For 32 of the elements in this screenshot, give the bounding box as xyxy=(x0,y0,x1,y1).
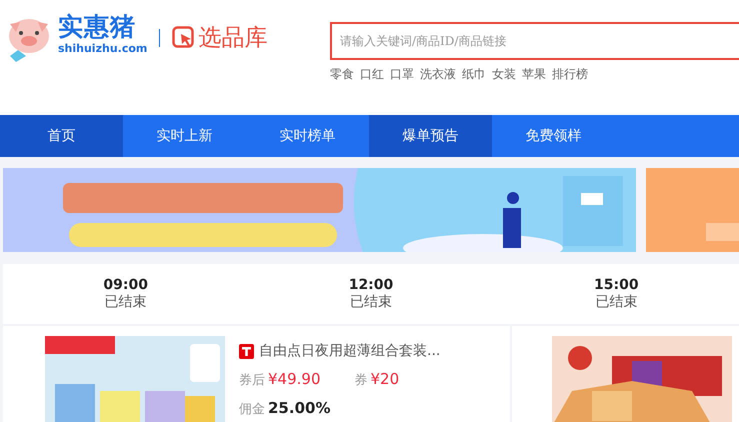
cursor-icon xyxy=(172,26,194,48)
hot-search-link[interactable]: 排行榜 xyxy=(552,66,588,83)
price: ¥49.90 xyxy=(268,370,320,388)
coupon-label: 券 xyxy=(354,372,368,389)
session-time[interactable]: 09:00 xyxy=(103,277,148,293)
commission-label: 佣金 xyxy=(239,401,265,418)
hot-search-link[interactable]: 洗衣液 xyxy=(420,66,456,83)
search-field[interactable]: 请输入关键词/商品ID/商品链接 xyxy=(330,22,739,60)
nav-tab[interactable]: 实时榜单 xyxy=(246,115,369,157)
hot-search-link[interactable]: 口红 xyxy=(360,66,384,83)
hot-search-link[interactable]: 口罩 xyxy=(390,66,414,83)
product-library-title: 选品库 xyxy=(198,24,268,53)
nav-tab[interactable]: 首页 xyxy=(0,115,123,157)
nav-tab[interactable]: 爆单预告 xyxy=(369,115,492,157)
logo-domain: shihuizhu.com xyxy=(58,42,148,55)
session-status: 已结束 xyxy=(595,293,638,311)
hot-search-link[interactable]: 纸巾 xyxy=(462,66,486,83)
coupon-value: ¥20 xyxy=(370,370,400,388)
commission-rate: 25.00% xyxy=(268,399,330,417)
session-time[interactable]: 15:00 xyxy=(594,277,639,293)
hot-search-link[interactable]: 女装 xyxy=(492,66,516,83)
product-title[interactable]: 自由点日夜用超薄组合套装... xyxy=(259,342,440,360)
logo-name: 实惠猪 xyxy=(58,12,137,42)
tmall-icon xyxy=(239,344,254,358)
hot-search-link[interactable]: 苹果 xyxy=(522,66,546,83)
nav-tab[interactable]: 实时上新 xyxy=(123,115,246,157)
price-label: 券后 xyxy=(239,372,265,389)
nav-tab[interactable]: 免费领样 xyxy=(492,115,615,157)
session-status: 已结束 xyxy=(104,293,147,311)
session-status: 已结束 xyxy=(350,293,392,311)
hot-search-link[interactable]: 零食 xyxy=(330,66,354,83)
session-time[interactable]: 12:00 xyxy=(348,277,394,293)
